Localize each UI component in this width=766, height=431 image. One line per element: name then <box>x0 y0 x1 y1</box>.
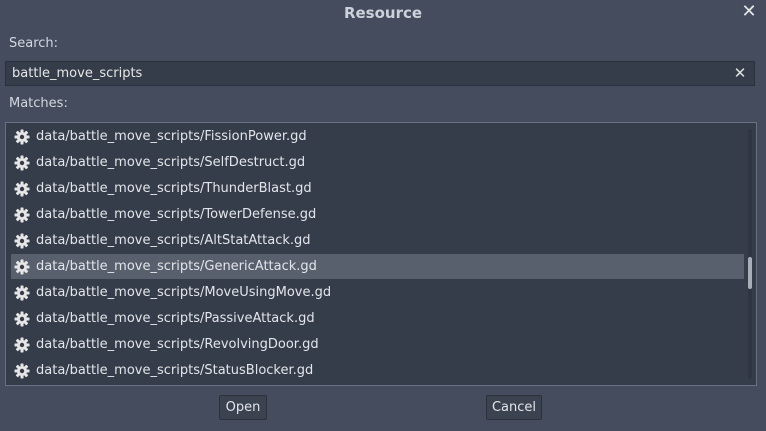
gear-icon <box>14 285 30 301</box>
search-input[interactable]: battle_move_scripts ✕ <box>5 61 755 86</box>
search-label: Search: <box>9 36 59 51</box>
list-item-label: data/battle_move_scripts/FissionPower.gd <box>36 129 307 144</box>
gear-icon <box>14 337 30 353</box>
list-item-label: data/battle_move_scripts/SelfDestruct.gd <box>36 155 306 170</box>
cancel-button[interactable]: Cancel <box>486 395 542 420</box>
list-item-label: data/battle_move_scripts/MoveUsingMove.g… <box>36 285 332 300</box>
list-item[interactable]: data/battle_move_scripts/StatusBlocker.g… <box>11 358 744 383</box>
clear-icon[interactable]: ✕ <box>732 64 748 82</box>
gear-icon <box>14 311 30 327</box>
title-bar: Resource ✕ <box>0 0 766 28</box>
search-input-value: battle_move_scripts <box>12 66 143 81</box>
open-button[interactable]: Open <box>219 395 267 420</box>
gear-icon <box>14 259 30 275</box>
gear-icon <box>14 155 30 171</box>
list-item-label: data/battle_move_scripts/TowerDefense.gd <box>36 207 317 222</box>
gear-icon <box>14 207 30 223</box>
matches-list[interactable]: data/battle_move_scripts/FissionPower.gd… <box>5 122 757 386</box>
list-item[interactable]: data/battle_move_scripts/SelfDestruct.gd <box>11 150 744 175</box>
scrollbar[interactable] <box>748 129 752 379</box>
list-item[interactable]: data/battle_move_scripts/GenericAttack.g… <box>11 254 744 279</box>
list-item-label: data/battle_move_scripts/AltStatAttack.g… <box>36 233 311 248</box>
gear-icon <box>14 181 30 197</box>
list-item[interactable]: data/battle_move_scripts/ThunderBlast.gd <box>11 176 744 201</box>
list-item-label: data/battle_move_scripts/PassiveAttack.g… <box>36 311 315 326</box>
matches-label: Matches: <box>9 96 68 111</box>
list-item[interactable]: data/battle_move_scripts/TowerDefense.gd <box>11 202 744 227</box>
list-item-label: data/battle_move_scripts/ThunderBlast.gd <box>36 181 312 196</box>
list-item-label: data/battle_move_scripts/RevolvingDoor.g… <box>36 337 319 352</box>
gear-icon <box>14 233 30 249</box>
gear-icon <box>14 363 30 379</box>
list-item[interactable]: data/battle_move_scripts/FissionPower.gd <box>11 124 744 149</box>
list-item-label: data/battle_move_scripts/StatusBlocker.g… <box>36 363 314 378</box>
dialog-title: Resource <box>343 4 423 22</box>
list-item[interactable]: data/battle_move_scripts/AltStatAttack.g… <box>11 228 744 253</box>
list-item[interactable]: data/battle_move_scripts/MoveUsingMove.g… <box>11 280 744 305</box>
list-item-label: data/battle_move_scripts/GenericAttack.g… <box>36 259 317 274</box>
gear-icon <box>14 129 30 145</box>
close-icon[interactable]: ✕ <box>740 3 758 21</box>
list-item[interactable]: data/battle_move_scripts/PassiveAttack.g… <box>11 306 744 331</box>
scrollbar-thumb[interactable] <box>748 257 752 289</box>
list-item[interactable]: data/battle_move_scripts/RevolvingDoor.g… <box>11 332 744 357</box>
